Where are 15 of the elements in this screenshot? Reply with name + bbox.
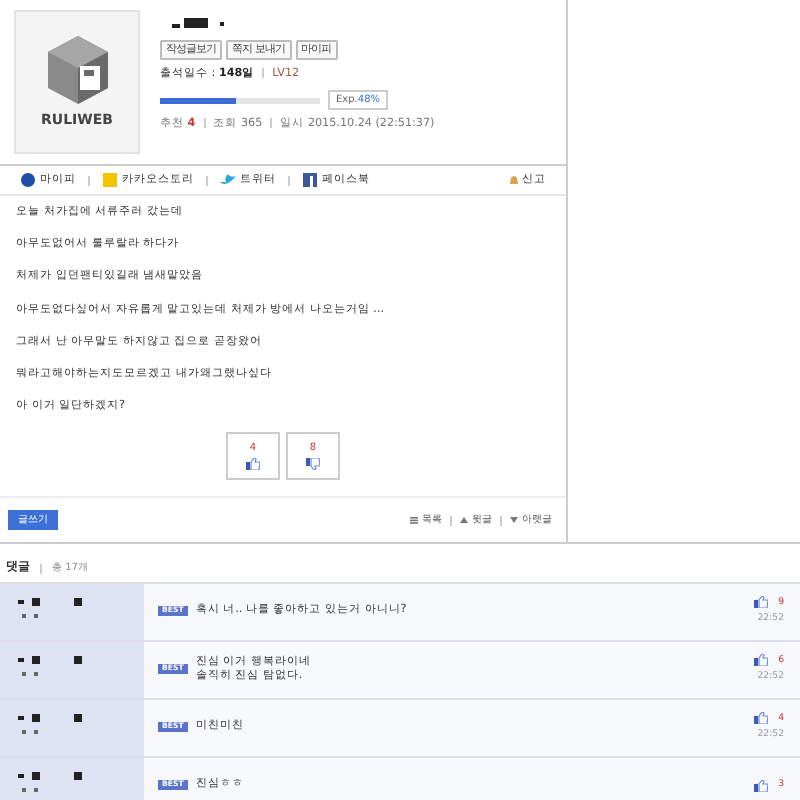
thumbs-up-icon xyxy=(754,596,769,609)
kakao-icon xyxy=(102,172,118,188)
thumbs-up-icon xyxy=(754,779,769,792)
thumbs-down-icon xyxy=(306,458,320,471)
thumbs-up-icon xyxy=(246,458,260,471)
logo-icon xyxy=(43,34,111,107)
facebook-icon xyxy=(302,172,318,188)
thumbs-up-icon xyxy=(754,712,769,725)
twitter-icon xyxy=(220,172,236,188)
bell-icon xyxy=(508,173,520,186)
thumbs-up-icon xyxy=(754,654,769,667)
caret-up-icon xyxy=(460,516,468,525)
caret-down-icon xyxy=(510,516,518,525)
mypi-icon xyxy=(20,172,36,188)
list-icon xyxy=(410,516,418,525)
